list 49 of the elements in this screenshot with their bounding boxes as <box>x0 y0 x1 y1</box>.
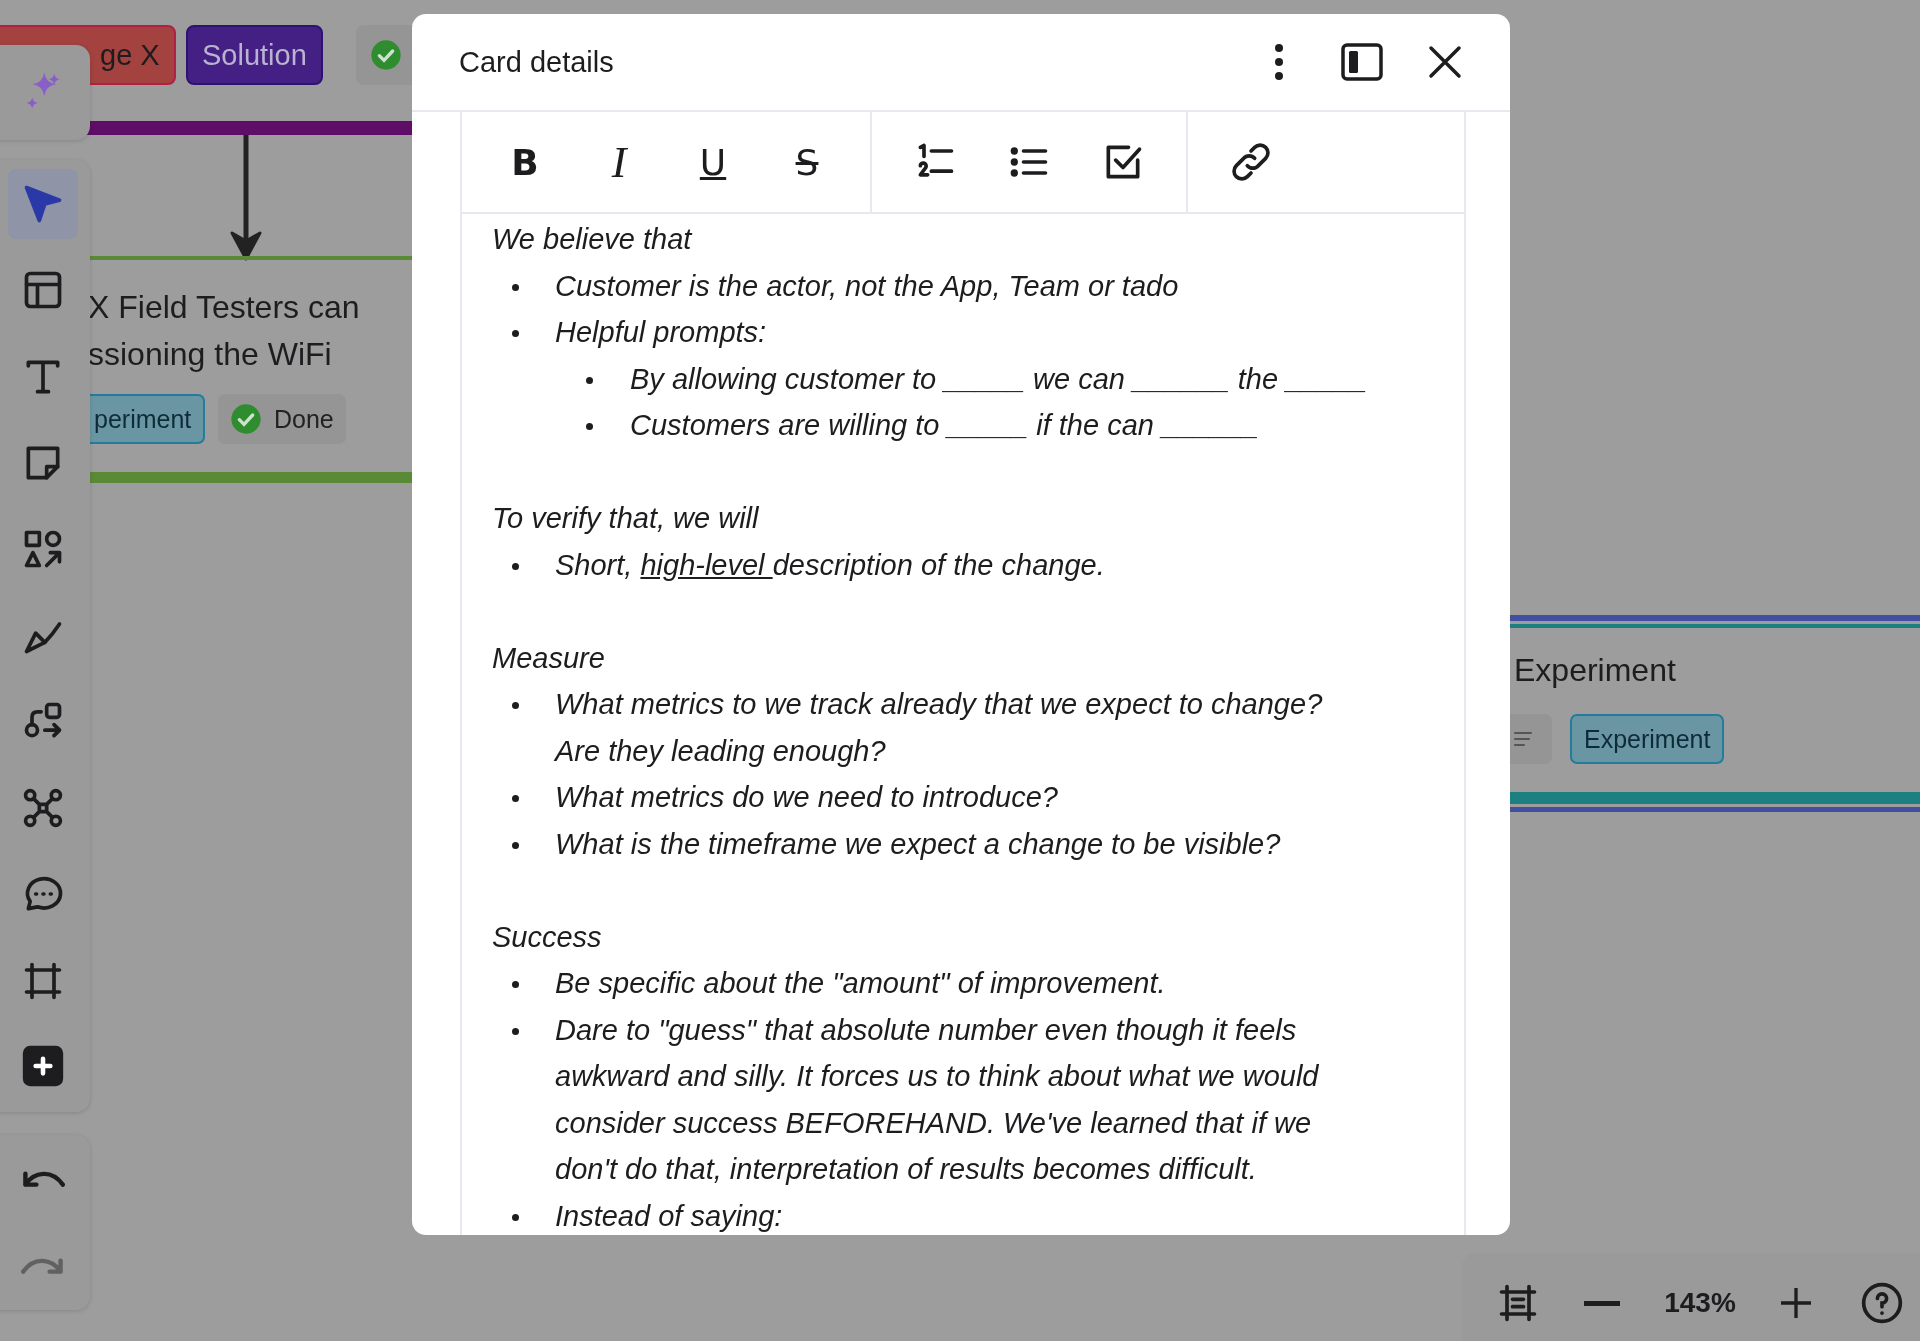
bullet-icon <box>512 1213 519 1221</box>
list-item-text: What metrics to we track already that we expect to change? Are they leading enough? <box>555 687 1324 769</box>
bullet-icon <box>512 841 519 849</box>
list-item-text: Instead of saying: <box>555 1198 783 1234</box>
bullet-icon <box>586 376 593 384</box>
status-label: Done <box>274 404 334 434</box>
bullet-icon <box>512 562 519 570</box>
bullet-icon <box>512 283 519 291</box>
italic-button[interactable]: I <box>572 127 666 197</box>
bullet-icon <box>512 702 519 709</box>
bullet-icon <box>512 795 519 802</box>
card-title: Experiment <box>1514 652 1676 689</box>
zoom-level: 143% <box>1663 1287 1737 1319</box>
list-item-text: Helpful prompts: <box>555 315 767 350</box>
side-panel-icon <box>1341 43 1383 81</box>
list-item-text: Customers are willing to _____ if the can ______ <box>630 408 1259 443</box>
paragraph-text: To verify that, we will <box>492 501 760 536</box>
tag: Solution <box>186 25 323 85</box>
list-item-text: Dare to "guess" that absolute number even though it feels awkward and silly. It forces us to think about what we would consider success BEFOREHAND. We've learned that if we don't do that, interpretation of results becomes difficult. <box>555 1012 1320 1187</box>
card-title: ssioning the WiFi <box>88 335 333 374</box>
link[interactable]: high-level <box>640 548 773 581</box>
bullet-icon <box>512 981 519 988</box>
help-icon <box>1860 1281 1904 1325</box>
list-item-text: By allowing customer to _____ we can ______ the _____ <box>630 361 1367 397</box>
dialog-title: Card details <box>459 45 615 79</box>
list-item-text: Be specific about the "amount" of improvement. <box>555 966 1166 1001</box>
list-item-text: What is the timeframe we expect a change to be visible? <box>555 826 1281 862</box>
plus-icon <box>21 1044 65 1088</box>
list-item-text: What metrics do we need to introduce? <box>555 780 1058 815</box>
underline-button[interactable]: U <box>666 127 760 197</box>
bullet-icon <box>512 1027 519 1035</box>
more-icon <box>1274 43 1284 81</box>
minus-icon <box>1582 1300 1622 1306</box>
check-icon <box>370 39 402 71</box>
list-item-text: Customer is the actor, not the App, Team or tado <box>555 268 1179 304</box>
bullet-icon <box>586 423 593 430</box>
close-icon <box>1428 45 1462 79</box>
strike-button[interactable]: S <box>760 127 854 197</box>
paragraph-text: Success <box>492 919 603 955</box>
bullet-icon <box>512 330 519 337</box>
card-title: X Field Testers can <box>88 288 360 327</box>
bold-button[interactable]: B <box>478 127 572 197</box>
paragraph-text: We believe that <box>492 222 694 257</box>
mind-map-icon <box>21 786 65 830</box>
check-icon <box>230 403 262 435</box>
link-icon <box>1229 140 1273 184</box>
tag: Experiment <box>1570 714 1725 764</box>
paragraph-text: Measure <box>492 640 606 676</box>
list-item-text: Short, high-level description of the change. <box>555 547 1105 583</box>
